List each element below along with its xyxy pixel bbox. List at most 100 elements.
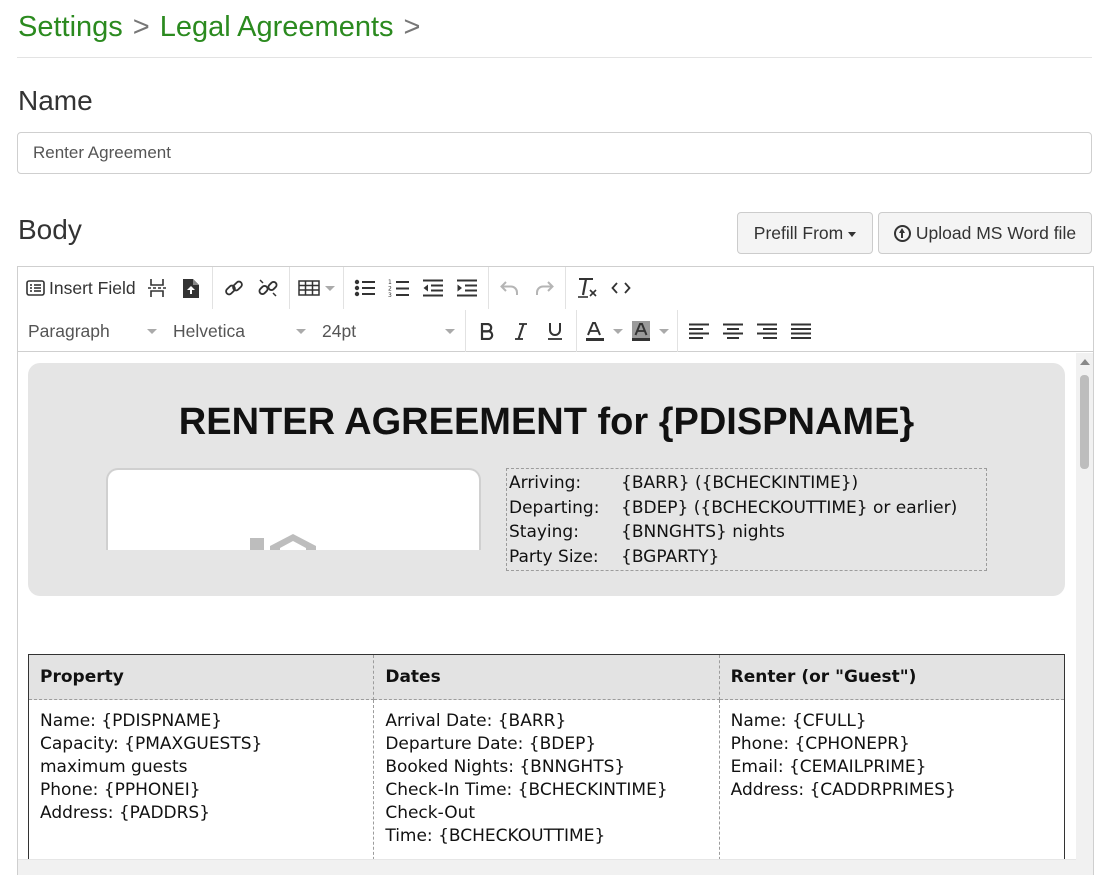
undo-button[interactable] (493, 271, 527, 305)
editor-content-area[interactable]: RENTER AGREEMENT for {PDISPNAME} Arrivin… (18, 353, 1078, 875)
chevron-down-icon (147, 328, 157, 334)
numbered-list-button[interactable]: 123 (382, 271, 416, 305)
agreement-details-table: Property Dates Renter (or "Guest") Name:… (27, 654, 1066, 870)
chevron-down-icon (613, 328, 623, 334)
info-row-staying: Staying: {BNNGHTS} nights (509, 520, 984, 545)
toolbar-group-insert: Insert Field (18, 267, 213, 309)
toolbar-group-fonts: Paragraph Helvetica 24pt (18, 310, 466, 352)
scrollbar-thumb[interactable] (1080, 375, 1089, 469)
clear-formatting-button[interactable] (570, 271, 604, 305)
align-right-button[interactable] (750, 314, 784, 348)
info-row-departing: Departing: {BDEP} ({BCHECKOUTTIME} or ear… (509, 496, 984, 521)
chevron-down-icon (659, 328, 669, 334)
page-break-icon (147, 278, 167, 298)
toolbar-group-links (213, 267, 290, 309)
table-cell-line: Email: {CEMAILPRIME} (730, 757, 927, 777)
underline-icon (547, 322, 563, 340)
text-color-icon (585, 321, 605, 342)
bold-button[interactable] (470, 314, 504, 348)
underline-button[interactable] (538, 314, 572, 348)
horizontal-scrollbar[interactable] (18, 859, 1078, 875)
table-cell-line: Booked Nights: {BNNGHTS} (385, 757, 626, 777)
scroll-up-arrow-icon[interactable] (1080, 359, 1090, 365)
table-icon (297, 280, 320, 296)
insert-table-button[interactable] (294, 271, 339, 305)
font-size-select[interactable]: 24pt (314, 314, 463, 348)
table-header-property: Property (27, 654, 375, 700)
toolbar-group-history (489, 267, 566, 309)
insert-field-label: Insert Field (49, 277, 136, 298)
font-family-select[interactable]: Helvetica (165, 314, 314, 348)
bullet-list-button[interactable] (348, 271, 382, 305)
redo-icon (534, 280, 554, 296)
table-row: Name: {PDISPNAME} Capacity: {PMAXGUESTS}… (27, 699, 1066, 870)
insert-file-button[interactable] (174, 271, 208, 305)
info-value: {BARR} ({BCHECKINTIME}) (621, 473, 859, 494)
italic-button[interactable] (504, 314, 538, 348)
align-center-button[interactable] (716, 314, 750, 348)
numbered-list-icon: 123 (388, 278, 410, 298)
align-right-icon (756, 323, 778, 340)
toolbar-group-table (290, 267, 344, 309)
chevron-down-icon (324, 285, 335, 291)
upload-word-button[interactable]: Upload MS Word file (878, 212, 1092, 254)
outdent-button[interactable] (416, 271, 450, 305)
breadcrumb-separator: > (132, 11, 150, 43)
vertical-scrollbar[interactable] (1076, 353, 1093, 875)
breadcrumb-separator: > (403, 11, 421, 43)
italic-icon (514, 322, 528, 340)
indent-button[interactable] (450, 271, 484, 305)
insert-field-button[interactable]: Insert Field (22, 271, 140, 305)
bullet-list-icon (354, 279, 376, 297)
outdent-icon (422, 279, 444, 297)
table-cell-line: Capacity: {PMAXGUESTS} (40, 734, 263, 754)
info-value: {BGPARTY} (621, 546, 720, 567)
document-title: RENTER AGREEMENT for {PDISPNAME} (178, 401, 915, 443)
breadcrumb-settings[interactable]: Settings (18, 11, 123, 43)
toolbar-group-lists: 123 (344, 267, 489, 309)
table-cell-line: Departure Date: {BDEP} (385, 734, 597, 754)
property-cell: Name: {PDISPNAME} Capacity: {PMAXGUESTS}… (27, 699, 375, 870)
name-input[interactable] (17, 132, 1092, 174)
name-label: Name (18, 85, 93, 116)
table-cell-line: Phone: {PPHONEI} (40, 780, 201, 800)
remove-link-button[interactable] (251, 271, 285, 305)
toolbar-group-align (678, 310, 822, 352)
body-label: Body (18, 214, 82, 245)
table-cell-line: Check-Out (385, 803, 476, 823)
list-icon (26, 280, 45, 296)
table-cell-line: Name: {PDISPNAME} (40, 711, 223, 731)
agreement-header-banner: RENTER AGREEMENT for {PDISPNAME} Arrivin… (28, 363, 1065, 596)
redo-button[interactable] (527, 271, 561, 305)
prefill-from-button[interactable]: Prefill From (737, 212, 873, 254)
bold-icon (480, 322, 494, 340)
info-row-arriving: Arriving: {BARR} ({BCHECKINTIME}) (509, 471, 984, 496)
renter-cell: Name: {CFULL} Phone: {CPHONEPR} Email: {… (718, 699, 1066, 870)
align-justify-button[interactable] (784, 314, 818, 348)
toolbar-group-style (466, 310, 577, 352)
align-left-icon (688, 323, 710, 340)
highlight-icon (631, 320, 651, 342)
align-left-button[interactable] (682, 314, 716, 348)
upload-circle-icon (893, 224, 911, 242)
align-center-icon (722, 323, 744, 340)
link-icon (224, 278, 244, 298)
page-break-button[interactable] (140, 271, 174, 305)
breadcrumb-legal-agreements[interactable]: Legal Agreements (160, 11, 394, 43)
editor-toolbar: Insert Field 1 2 3 Paragraph Helvetica 2… (18, 267, 1093, 352)
info-value: {BDEP} ({BCHECKOUTTIME} or earlier) (621, 497, 958, 518)
source-code-button[interactable] (604, 271, 638, 305)
info-value: {BNNGHTS} nights (621, 522, 785, 543)
legal-agreement-editor-page: Settings > Legal Agreements > Name Body Pre… (0, 0, 1111, 875)
chevron-down-icon (445, 328, 455, 334)
font-size-value: 24pt (322, 320, 357, 341)
prefill-from-label: Prefill From (753, 222, 844, 243)
block-format-select[interactable]: Paragraph (20, 314, 165, 348)
insert-link-button[interactable] (217, 271, 251, 305)
toolbar-row-2: Paragraph Helvetica 24pt (18, 310, 822, 352)
highlight-color-button[interactable] (627, 314, 673, 348)
chevron-down-icon (848, 231, 857, 237)
dates-cell: Arrival Date: {BARR} Departure Date: {BD… (373, 699, 720, 870)
table-cell-line: Time: {BCHECKOUTTIME} (385, 826, 606, 846)
text-color-button[interactable] (581, 314, 627, 348)
